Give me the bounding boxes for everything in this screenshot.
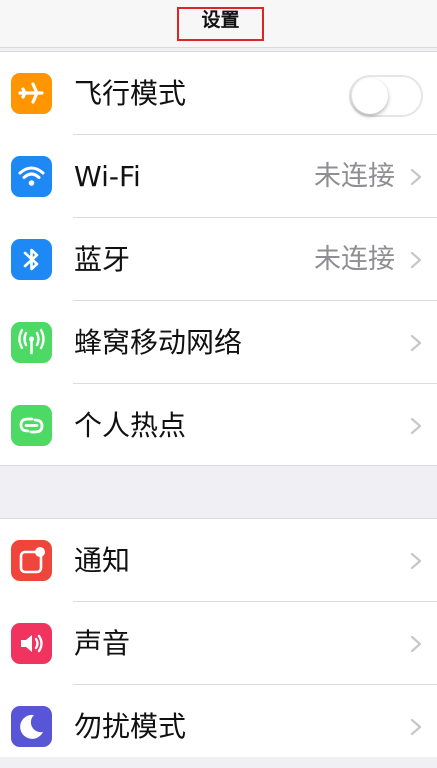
navigation-bar: 设置 <box>0 0 437 48</box>
toggle-knob <box>352 78 388 114</box>
settings-row-personal-hotspot[interactable]: 个人热点 <box>0 384 437 467</box>
page-title: 设置 <box>177 7 264 41</box>
settings-row-label: 蜂窝移动网络 <box>74 326 243 359</box>
settings-row-sounds[interactable]: 声音 <box>0 602 437 685</box>
settings-row-label: 勿扰模式 <box>74 710 187 743</box>
settings-row-do-not-disturb[interactable]: 勿扰模式 <box>0 685 437 768</box>
wifi-icon <box>11 156 52 197</box>
settings-row-label: 飞行模式 <box>74 77 187 110</box>
notifications-group: 通知 声音 勿扰模式 <box>0 518 437 757</box>
settings-row-notifications[interactable]: 通知 <box>0 519 437 602</box>
chevron-right-icon <box>410 251 422 269</box>
chevron-right-icon <box>410 168 422 186</box>
settings-row-wifi[interactable]: Wi-Fi 未连接 <box>0 135 437 218</box>
chevron-right-icon <box>410 552 422 570</box>
chevron-right-icon <box>410 417 422 435</box>
settings-row-label: 蓝牙 <box>74 243 131 276</box>
settings-row-bluetooth[interactable]: 蓝牙 未连接 <box>0 218 437 301</box>
airplane-mode-toggle[interactable] <box>349 75 423 117</box>
notifications-icon <box>11 540 52 581</box>
settings-row-label: 个人热点 <box>74 409 187 442</box>
bluetooth-status-value: 未连接 <box>314 244 395 275</box>
settings-row-cellular[interactable]: 蜂窝移动网络 <box>0 301 437 384</box>
bluetooth-icon <box>11 239 52 280</box>
wifi-status-value: 未连接 <box>314 161 395 192</box>
connectivity-group: 飞行模式 Wi-Fi 未连接 蓝牙 未连接 蜂窝移动网络 个人热点 <box>0 51 437 466</box>
settings-row-label: Wi-Fi <box>74 160 141 193</box>
airplane-icon <box>11 73 52 114</box>
chevron-right-icon <box>410 635 422 653</box>
settings-row-label: 通知 <box>74 544 131 577</box>
chevron-right-icon <box>410 334 422 352</box>
settings-row-airplane-mode[interactable]: 飞行模式 <box>0 52 437 135</box>
cellular-antenna-icon <box>11 322 52 363</box>
moon-icon <box>11 706 52 747</box>
hotspot-link-icon <box>11 405 52 446</box>
settings-row-label: 声音 <box>74 627 131 660</box>
speaker-icon <box>11 623 52 664</box>
chevron-right-icon <box>410 718 422 736</box>
